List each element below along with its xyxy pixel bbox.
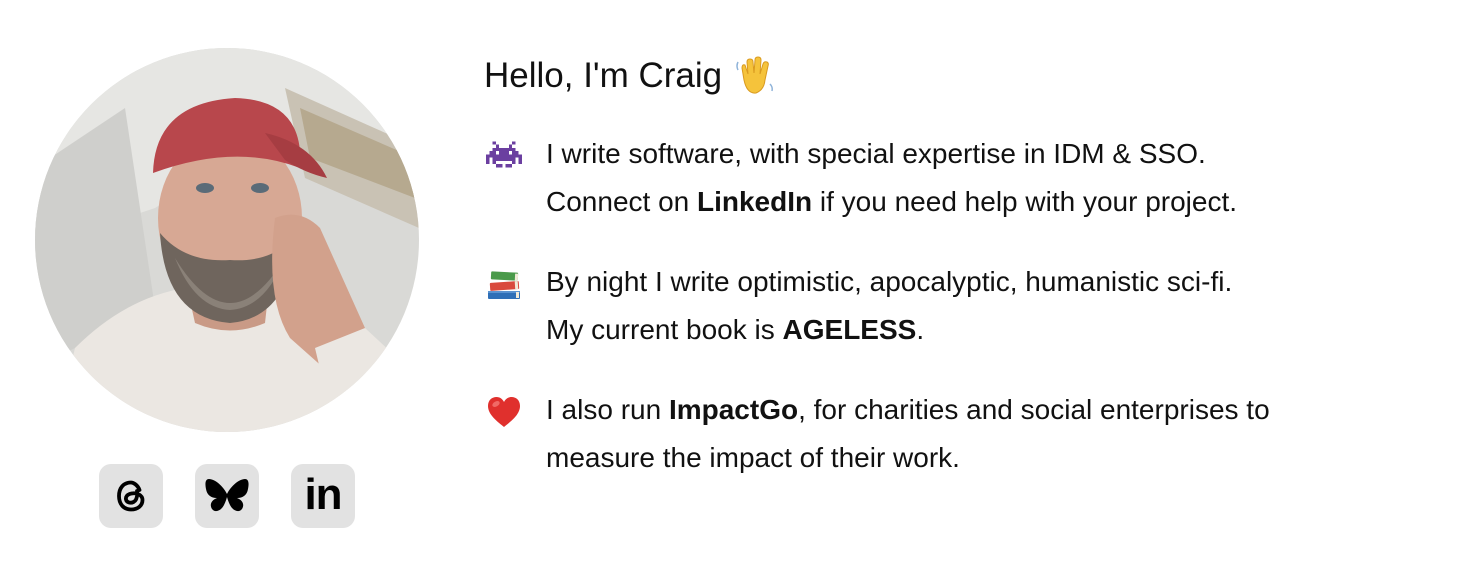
books-icon [484,264,524,304]
bluesky-link[interactable] [195,464,259,528]
bluesky-butterfly-icon [205,479,249,512]
intro-item-impactgo: I also run ImpactGo, for charities and s… [484,386,1444,482]
books-line-2: My current book is AGELESS. [546,306,1444,354]
linkedin-link[interactable]: in [291,464,355,528]
profile-avatar [35,48,419,432]
intro-content: Hello, I'm Craig I write software, with … [484,52,1444,514]
impactgo-link[interactable]: ImpactGo [669,394,798,425]
software-line-2-suffix: if you need help with your project. [812,186,1238,217]
linkedin-icon: in [304,470,342,519]
impactgo-line-1-prefix: I also run [546,394,669,425]
intro-item-software: I write software, with special expertise… [484,130,1444,226]
impactgo-line-1: I also run ImpactGo, for charities and s… [546,386,1444,434]
books-line-2-prefix: My current book is [546,314,783,345]
social-links: in [99,464,355,528]
alien-monster-icon [484,136,524,176]
threads-link[interactable] [99,464,163,528]
impactgo-line-1-suffix: , for charities and social enterprises t… [798,394,1270,425]
intro-item-books: By night I write optimistic, apocalyptic… [484,258,1444,354]
profile-photo [35,48,419,432]
software-line-1: I write software, with special expertise… [546,138,1206,169]
impactgo-line-2: measure the impact of their work. [546,442,960,473]
threads-icon [117,480,145,512]
ageless-book-link[interactable]: AGELESS [783,314,917,345]
books-line-1: By night I write optimistic, apocalyptic… [546,266,1233,297]
greeting-heading: Hello, I'm Craig [484,52,1444,100]
software-line-2-prefix: Connect on [546,186,697,217]
books-line-2-suffix: . [916,314,925,345]
greeting-text: Hello, I'm Craig [484,56,723,95]
red-heart-icon [484,392,524,432]
linkedin-text-link[interactable]: LinkedIn [697,186,812,217]
wave-icon [734,54,778,98]
software-line-2: Connect on LinkedIn if you need help wit… [546,178,1444,226]
